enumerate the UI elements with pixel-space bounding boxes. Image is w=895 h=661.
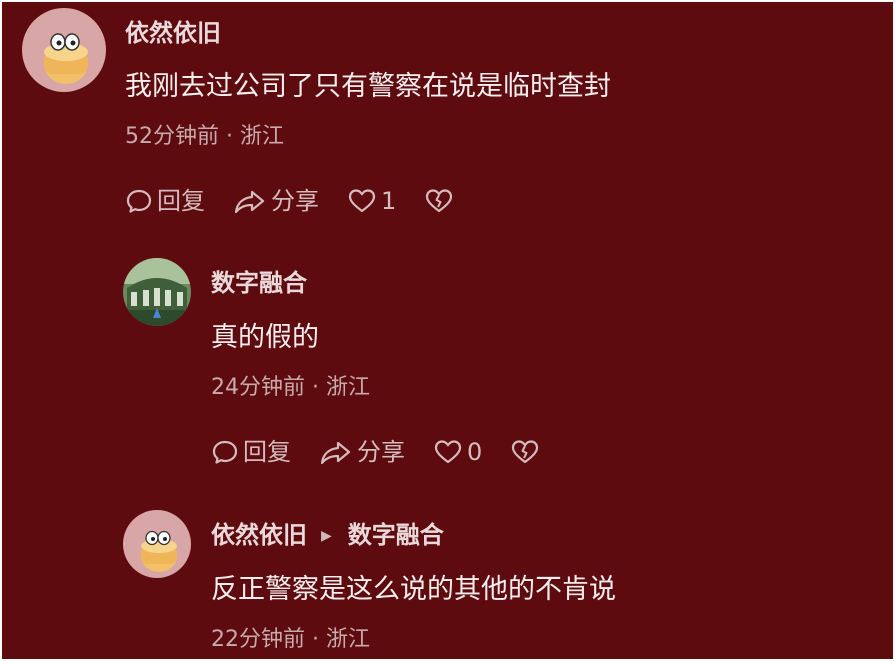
broken-heart-icon xyxy=(512,440,539,464)
heart-icon xyxy=(348,189,376,213)
like-button[interactable]: 0 xyxy=(433,437,482,467)
cartoon-avatar-icon[interactable] xyxy=(123,510,191,578)
building-avatar-icon[interactable] xyxy=(123,258,191,326)
comment-text: 反正警察是这么说的其他的不肯说 xyxy=(211,574,616,605)
comment-meta: 24分钟前 · 浙江 xyxy=(211,375,370,400)
reply-item: 数字融合 真的假的 24分钟前 · 浙江 回复 分享 0 xyxy=(2,242,893,492)
like-button[interactable]: 1 xyxy=(347,186,396,216)
comment-actions: 回复 分享 0 xyxy=(211,437,572,467)
like-count: 0 xyxy=(467,438,483,466)
comment-actions: 回复 分享 1 xyxy=(125,186,486,216)
like-count: 1 xyxy=(381,187,397,215)
share-button[interactable]: 分享 xyxy=(319,437,405,467)
share-arrow-icon xyxy=(234,190,265,214)
comment-text: 真的假的 xyxy=(211,322,319,353)
comment-meta: 22分钟前 · 浙江 xyxy=(211,627,370,652)
broken-heart-icon xyxy=(426,189,453,213)
comment-bubble-icon xyxy=(212,440,238,464)
dislike-button[interactable] xyxy=(510,438,544,466)
share-label: 分享 xyxy=(271,187,319,215)
dislike-button[interactable] xyxy=(424,187,458,215)
reply-label: 回复 xyxy=(243,438,291,466)
reply-item: 依然依旧 ▶ 数字融合 反正警察是这么说的其他的不肯说 22分钟前 · 浙江 xyxy=(2,492,893,659)
reply-label: 回复 xyxy=(157,187,205,215)
comment-bubble-icon xyxy=(126,189,152,213)
share-arrow-icon xyxy=(320,441,351,465)
reply-to-arrow-icon: ▶ xyxy=(321,528,332,544)
heart-icon xyxy=(434,440,462,464)
reply-button[interactable]: 回复 xyxy=(125,186,205,216)
comment-author[interactable]: 依然依旧 xyxy=(125,18,221,48)
reply-button[interactable]: 回复 xyxy=(211,437,291,467)
share-label: 分享 xyxy=(357,438,405,466)
comment-meta: 52分钟前 · 浙江 xyxy=(125,124,284,149)
comment-author[interactable]: 依然依旧 xyxy=(211,521,307,549)
comment-author[interactable]: 数字融合 xyxy=(211,268,307,298)
comment-item: 依然依旧 我刚去过公司了只有警察在说是临时查封 52分钟前 · 浙江 回复 分享 xyxy=(2,2,893,242)
reply-author-line: 依然依旧 ▶ 数字融合 xyxy=(211,520,444,551)
share-button[interactable]: 分享 xyxy=(233,186,319,216)
comment-text: 我刚去过公司了只有警察在说是临时查封 xyxy=(125,71,611,102)
comment-thread: 依然依旧 我刚去过公司了只有警察在说是临时查封 52分钟前 · 浙江 回复 分享 xyxy=(2,2,893,659)
reply-to-author[interactable]: 数字融合 xyxy=(348,521,444,549)
cartoon-avatar-icon[interactable] xyxy=(22,8,106,92)
